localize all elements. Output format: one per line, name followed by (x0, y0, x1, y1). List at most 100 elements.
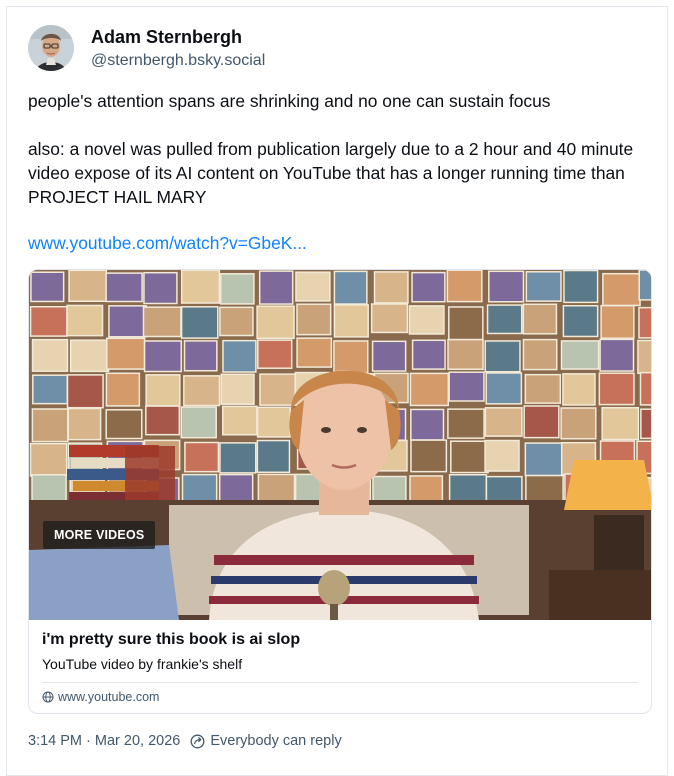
postcard (411, 271, 446, 303)
postcard (257, 473, 296, 505)
postcard (446, 270, 483, 303)
postcard (601, 406, 640, 441)
postcard (29, 305, 68, 337)
postcard (296, 337, 333, 368)
post-paragraph: people's attention spans are shrinking a… (28, 91, 551, 111)
postcard (484, 407, 523, 437)
postcard (409, 372, 450, 407)
postcard (525, 271, 562, 302)
postcard (373, 271, 409, 304)
postcard (447, 408, 485, 439)
postcard (598, 372, 635, 406)
timestamp[interactable]: 3:14 PM · Mar 20, 2026 (28, 733, 180, 749)
postcard (220, 273, 255, 305)
more-videos-button[interactable]: MORE VIDEOS (43, 521, 156, 549)
postcard (523, 405, 560, 439)
postcard (219, 442, 257, 474)
postcard (222, 405, 258, 436)
postcard (488, 270, 525, 303)
embed-description: YouTube video by frankie's shelf (42, 656, 243, 672)
post-body: people's attention spans are shrinking a… (28, 89, 658, 209)
postcard (524, 373, 562, 404)
video-thumbnail[interactable]: MORE VIDEOS (29, 270, 651, 620)
postcard (183, 375, 221, 407)
postcard (257, 339, 293, 369)
postcard (142, 306, 182, 338)
reply-settings-icon (190, 734, 205, 748)
postcard (295, 271, 331, 302)
postcard (222, 339, 257, 373)
postcard (524, 442, 564, 477)
postcard (411, 339, 446, 370)
author-handle[interactable]: @sternbergh.bsky.social (91, 52, 265, 70)
postcard (145, 374, 181, 407)
postcard (256, 305, 295, 340)
globe-icon (42, 691, 54, 703)
postcard (105, 372, 141, 407)
postcard (448, 306, 484, 341)
postcard (180, 270, 221, 304)
postcard (66, 304, 104, 337)
postcard (333, 304, 369, 338)
postcard (31, 408, 69, 443)
postcard (485, 372, 523, 405)
embed-title[interactable]: i'm pretty sure this book is ai slop (42, 631, 300, 649)
postcard (30, 271, 65, 303)
postcard (522, 303, 558, 335)
postcard (410, 439, 448, 473)
postcard (371, 340, 407, 372)
post-footer: 3:14 PM · Mar 20, 2026 Everybody can rep… (28, 733, 342, 749)
postcard (220, 373, 255, 405)
postcard (143, 271, 178, 305)
avatar-image (28, 25, 74, 71)
postcard (69, 339, 110, 373)
postcard (560, 340, 600, 370)
postcard (106, 337, 146, 370)
postcard (637, 339, 651, 375)
postcard (448, 371, 485, 402)
postcard (296, 303, 332, 336)
postcard (562, 373, 596, 406)
postcard (32, 374, 69, 405)
postcard (639, 371, 651, 406)
postcard (184, 441, 220, 473)
postcard (599, 338, 635, 372)
postcard (333, 270, 368, 305)
divider (42, 682, 638, 683)
postcard (333, 340, 369, 375)
link-preview-card[interactable]: MORE VIDEOS i'm pretty sure this book is… (28, 269, 652, 714)
postcard (484, 439, 520, 472)
author-display-name[interactable]: Adam Sternbergh (91, 27, 242, 48)
postcard (181, 473, 218, 505)
postcard (183, 340, 218, 372)
postcard (256, 439, 291, 474)
embed-domain-text: www.youtube.com (58, 690, 160, 704)
reply-status[interactable]: Everybody can reply (190, 733, 342, 749)
postcard (484, 340, 521, 373)
embed-domain[interactable]: www.youtube.com (42, 690, 159, 704)
postcard (143, 340, 183, 373)
postcard (600, 304, 635, 339)
postcard (450, 440, 489, 474)
post-paragraph: also: a novel was pulled from publicatio… (28, 139, 634, 207)
postcard (560, 407, 597, 440)
postcard (180, 406, 217, 439)
avatar[interactable] (28, 25, 74, 71)
postcard (563, 270, 599, 304)
postcard (638, 306, 651, 339)
postcard (408, 305, 445, 335)
postcard (66, 374, 104, 409)
postcard (370, 303, 409, 334)
postcard (638, 270, 651, 301)
postcard (602, 272, 641, 307)
reply-status-text: Everybody can reply (210, 733, 342, 749)
post-card: Adam Sternbergh @sternbergh.bsky.social … (6, 6, 668, 776)
postcard (31, 338, 69, 372)
postcard (29, 442, 68, 477)
postcard (447, 338, 484, 371)
postcard (259, 373, 296, 406)
postcard (410, 408, 445, 441)
postcard (256, 406, 292, 438)
post-link[interactable]: www.youtube.com/watch?v=GbeK... (28, 233, 307, 254)
postcard (105, 272, 143, 303)
